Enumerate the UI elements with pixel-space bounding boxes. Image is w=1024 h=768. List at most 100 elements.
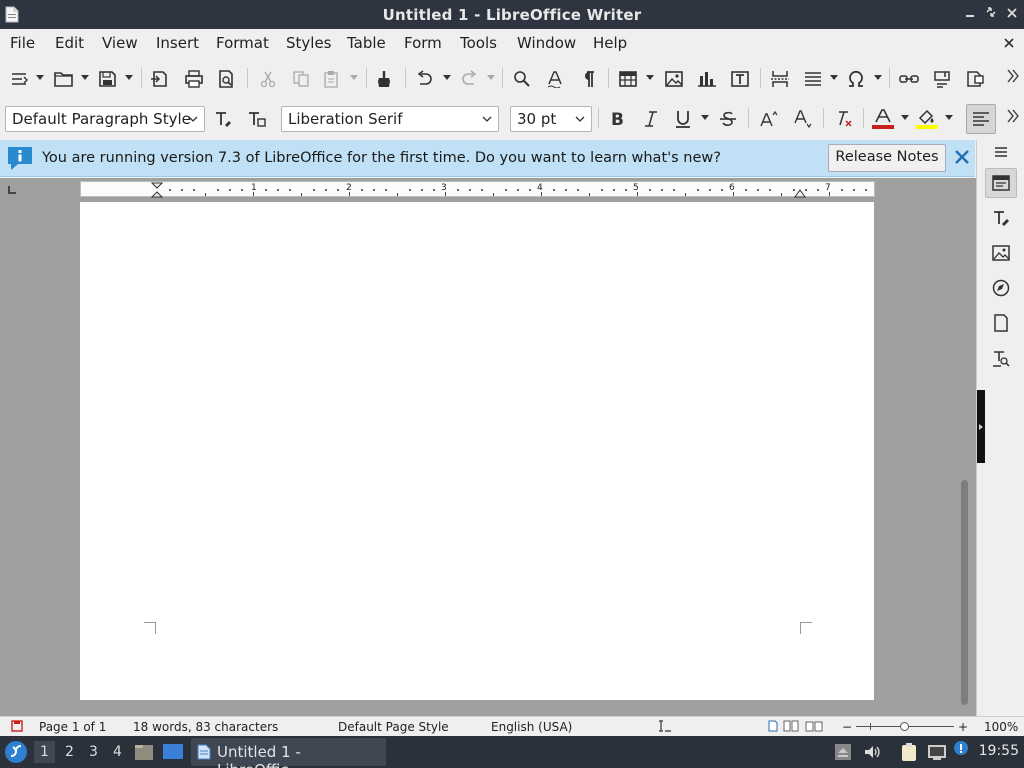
footnote-icon[interactable] (930, 67, 954, 91)
underline-dropdown-icon[interactable] (701, 113, 709, 121)
export-pdf-icon[interactable] (148, 67, 172, 91)
page-icon[interactable] (989, 311, 1013, 335)
page-style[interactable]: Default Page Style (338, 720, 449, 734)
menu-form[interactable]: Form (404, 34, 442, 52)
font-name-select[interactable]: Liberation Serif (281, 106, 499, 132)
manage-changes-icon[interactable] (989, 346, 1013, 370)
insert-textbox-icon[interactable] (728, 67, 752, 91)
clone-formatting-icon[interactable] (373, 67, 397, 91)
menu-tools[interactable]: Tools (460, 34, 497, 52)
styles-icon[interactable] (989, 206, 1013, 230)
tab-stop-type-icon[interactable] (8, 186, 16, 194)
update-style-icon[interactable] (212, 107, 236, 131)
workspace-1[interactable]: 1 (34, 741, 55, 763)
desktop-icon[interactable] (162, 742, 184, 766)
bold-icon[interactable]: B (606, 107, 630, 131)
font-size-select[interactable]: 30 pt (510, 106, 592, 132)
document-page[interactable] (80, 202, 874, 700)
menu-help[interactable]: Help (593, 34, 627, 52)
navigator-icon[interactable] (989, 276, 1013, 300)
more-options-icon[interactable] (1007, 69, 1019, 87)
volume-icon[interactable] (863, 743, 881, 765)
paragraph-style-select[interactable]: Default Paragraph Style (5, 106, 205, 132)
undo-dropdown-icon[interactable] (443, 73, 451, 81)
field-dropdown-icon[interactable] (830, 73, 838, 81)
font-color-icon[interactable] (871, 107, 895, 131)
menu-view[interactable]: View (102, 34, 138, 52)
special-character-dropdown-icon[interactable] (874, 73, 882, 81)
highlight-dropdown-icon[interactable] (945, 113, 953, 121)
gallery-icon[interactable] (989, 241, 1013, 265)
highlight-color-icon[interactable] (915, 107, 939, 131)
table-dropdown-icon[interactable] (646, 73, 654, 81)
page-count[interactable]: Page 1 of 1 (39, 720, 106, 734)
close-document-icon[interactable] (1004, 34, 1014, 52)
insert-table-icon[interactable] (616, 67, 640, 91)
new-style-icon[interactable] (245, 107, 269, 131)
new-dropdown-icon[interactable] (36, 73, 44, 81)
hyperlink-icon[interactable] (897, 67, 921, 91)
insert-mode-icon[interactable] (657, 720, 673, 735)
zoom-slider-handle[interactable] (900, 722, 909, 731)
subscript-icon[interactable] (791, 107, 815, 131)
close-icon[interactable] (1004, 6, 1020, 22)
insert-chart-icon[interactable] (695, 67, 719, 91)
insert-field-icon[interactable] (801, 67, 825, 91)
menu-window[interactable]: Window (517, 34, 576, 52)
insert-image-icon[interactable] (662, 67, 686, 91)
language[interactable]: English (USA) (491, 720, 572, 734)
undo-icon[interactable] (413, 67, 437, 91)
multi-page-view-icon[interactable] (783, 720, 799, 735)
document-modified-icon[interactable] (11, 720, 23, 735)
maximize-icon[interactable] (983, 6, 999, 22)
save-icon[interactable] (96, 67, 120, 91)
close-infobar-icon[interactable] (953, 148, 971, 166)
find-replace-icon[interactable] (510, 67, 534, 91)
comment-icon[interactable] (963, 67, 987, 91)
print-preview-icon[interactable] (215, 67, 239, 91)
formatting-marks-icon[interactable] (577, 67, 601, 91)
minimize-icon[interactable] (962, 6, 978, 22)
release-notes-button[interactable]: Release Notes (828, 144, 946, 172)
menu-format[interactable]: Format (216, 34, 269, 52)
zoom-level[interactable]: 100% (984, 720, 1018, 734)
book-view-icon[interactable] (805, 720, 823, 735)
open-icon[interactable] (52, 67, 76, 91)
print-icon[interactable] (182, 67, 206, 91)
open-dropdown-icon[interactable] (81, 73, 89, 81)
scrollbar-thumb[interactable] (961, 480, 968, 705)
notification-icon[interactable] (953, 740, 969, 764)
spelling-icon[interactable] (544, 67, 568, 91)
workspace-4[interactable]: 4 (113, 744, 122, 760)
strikethrough-icon[interactable] (716, 107, 740, 131)
page-break-icon[interactable] (768, 67, 792, 91)
special-character-icon[interactable] (844, 67, 868, 91)
properties-icon[interactable] (985, 168, 1017, 198)
right-indent-icon[interactable] (794, 188, 806, 198)
menu-edit[interactable]: Edit (55, 34, 84, 52)
more-formatting-options-icon[interactable] (1007, 109, 1019, 127)
italic-icon[interactable] (639, 107, 663, 131)
taskbar-task-writer[interactable]: Untitled 1 - LibreOffic... (191, 738, 386, 768)
menu-table[interactable]: Table (347, 34, 386, 52)
workspace-2[interactable]: 2 (65, 744, 74, 760)
zoom-slider[interactable] (856, 722, 954, 731)
sidebar-collapse-handle[interactable] (977, 390, 985, 463)
horizontal-ruler[interactable]: 1 2 3 4 5 6 7 (80, 181, 875, 198)
workspace-3[interactable]: 3 (89, 744, 98, 760)
sidebar-menu-icon[interactable] (989, 140, 1013, 164)
start-menu-icon[interactable] (4, 740, 28, 768)
clear-formatting-icon[interactable] (832, 107, 856, 131)
first-line-indent-icon[interactable] (151, 182, 163, 198)
new-document-icon[interactable] (8, 67, 32, 91)
zoom-in-button[interactable]: + (958, 720, 968, 734)
font-color-dropdown-icon[interactable] (901, 113, 909, 121)
menu-file[interactable]: File (10, 34, 35, 52)
zoom-out-button[interactable]: − (842, 720, 852, 734)
file-manager-icon[interactable] (134, 742, 154, 766)
single-page-view-icon[interactable] (768, 720, 778, 735)
align-left-icon[interactable] (966, 104, 996, 134)
save-dropdown-icon[interactable] (125, 73, 133, 81)
eject-icon[interactable] (834, 743, 852, 765)
clipboard-icon[interactable] (899, 742, 919, 766)
